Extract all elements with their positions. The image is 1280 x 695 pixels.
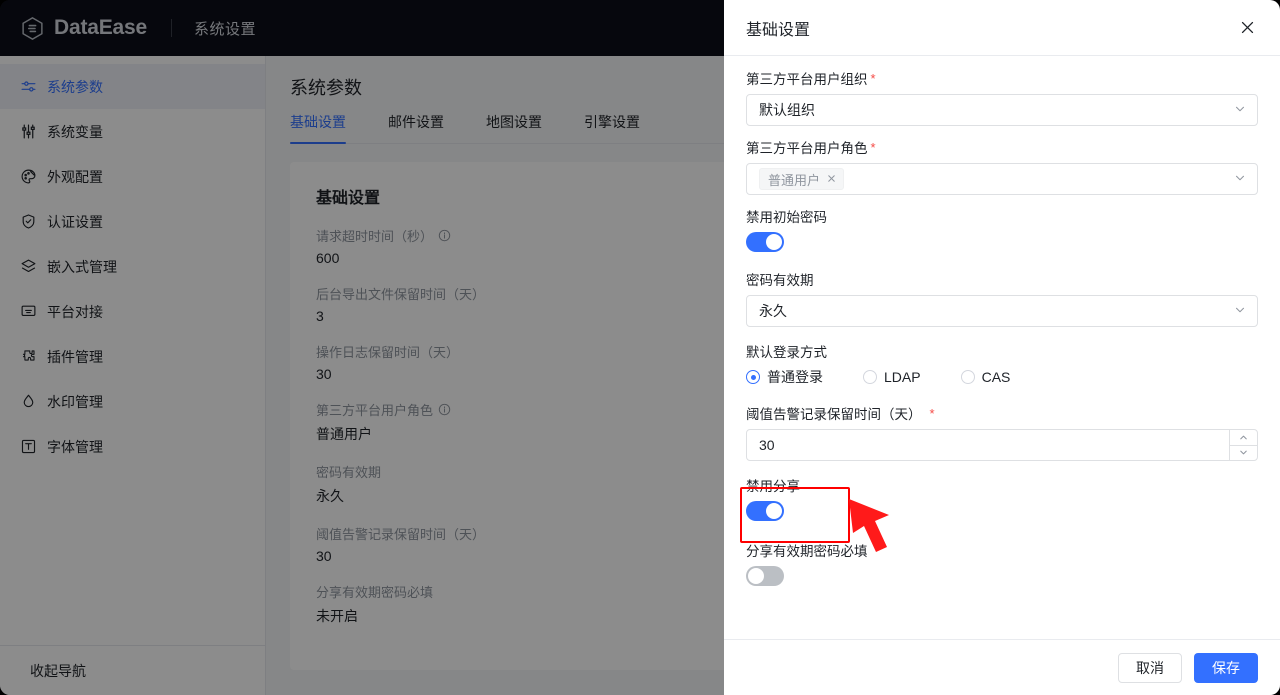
field-label: 默认登录方式 (746, 345, 827, 360)
disable-initial-password-toggle[interactable] (746, 232, 784, 252)
radio-label: CAS (981, 369, 1011, 385)
field-label: 阈值告警记录保留时间（天） * (746, 405, 935, 423)
field-password-validity: 密码有效期 永久 (746, 269, 1258, 327)
radio-label: 普通登录 (767, 369, 823, 385)
field-label: 第三方平台用户组织 * (746, 70, 876, 88)
radio-indicator (746, 370, 760, 384)
share-password-required-toggle[interactable] (746, 566, 784, 586)
third-party-org-select[interactable]: 默认组织 (746, 94, 1258, 126)
field-label: 密码有效期 (746, 273, 814, 288)
role-tag: 普通用户 (759, 168, 845, 190)
basic-settings-drawer: 基础设置 第三方平台用户组织 * 默认组织 第三方平台用户角色 * 普通用户 禁… (724, 0, 1280, 695)
field-default-login-method: 默认登录方式 普通登录 LDAP CAS (746, 341, 1258, 387)
field-third-party-role: 第三方平台用户角色 * 普通用户 (746, 137, 1258, 195)
alert-retention-number-input[interactable]: 30 (746, 429, 1258, 461)
toggle-knob (766, 234, 782, 250)
cancel-button[interactable]: 取消 (1118, 652, 1182, 683)
field-disable-share: 禁用分享 (746, 475, 1258, 526)
radio-indicator (960, 370, 975, 384)
field-label: 禁用分享 (746, 479, 800, 494)
toggle-knob (766, 503, 782, 519)
field-label: 禁用初始密码 (746, 210, 827, 225)
radio-indicator (863, 370, 877, 384)
field-share-password-required: 分享有效期密码必填 (746, 540, 1258, 591)
default-login-radio-group: 普通登录 LDAP CAS (746, 367, 1258, 387)
chevron-up-icon[interactable] (1230, 430, 1257, 445)
toggle-knob (748, 568, 764, 584)
number-stepper (1229, 430, 1257, 460)
drawer-header: 基础设置 (724, 0, 1280, 56)
close-small-icon[interactable] (826, 172, 837, 187)
chevron-down-icon (1233, 171, 1247, 188)
third-party-role-select[interactable]: 普通用户 (746, 163, 1258, 195)
drawer-footer: 取消 保存 (724, 639, 1280, 695)
required-marker: * (929, 405, 935, 421)
selected-value: 默认组织 (759, 102, 815, 118)
drawer-title: 基础设置 (746, 21, 811, 39)
radio-normal-login[interactable]: 普通登录 (746, 367, 823, 387)
required-marker: * (870, 139, 876, 155)
radio-ldap[interactable]: LDAP (863, 369, 921, 385)
app-window: DataEase 系统设置 系统参数 系统变量 外观配置 认证设置 嵌入式管理 … (0, 0, 1280, 695)
field-disable-initial-password: 禁用初始密码 (746, 206, 1258, 257)
drawer-body: 第三方平台用户组织 * 默认组织 第三方平台用户角色 * 普通用户 禁用初始密码… (724, 56, 1280, 639)
radio-label: LDAP (884, 369, 921, 385)
field-label: 分享有效期密码必填 (746, 544, 868, 559)
disable-share-toggle[interactable] (746, 501, 784, 521)
required-marker: * (870, 70, 876, 86)
close-icon[interactable] (1234, 15, 1260, 41)
radio-cas[interactable]: CAS (960, 369, 1011, 385)
field-label: 第三方平台用户角色 * (746, 139, 876, 157)
password-validity-select[interactable]: 永久 (746, 295, 1258, 327)
role-tag-label: 普通用户 (768, 172, 821, 188)
field-third-party-org: 第三方平台用户组织 * 默认组织 (746, 68, 1258, 126)
chevron-down-icon (1233, 102, 1247, 119)
chevron-down-icon (1233, 303, 1247, 320)
field-alert-retention: 阈值告警记录保留时间（天） * 30 (746, 403, 1258, 461)
save-button[interactable]: 保存 (1194, 652, 1258, 683)
chevron-down-icon[interactable] (1230, 444, 1257, 461)
selected-value: 永久 (759, 303, 787, 319)
number-value: 30 (759, 437, 775, 453)
